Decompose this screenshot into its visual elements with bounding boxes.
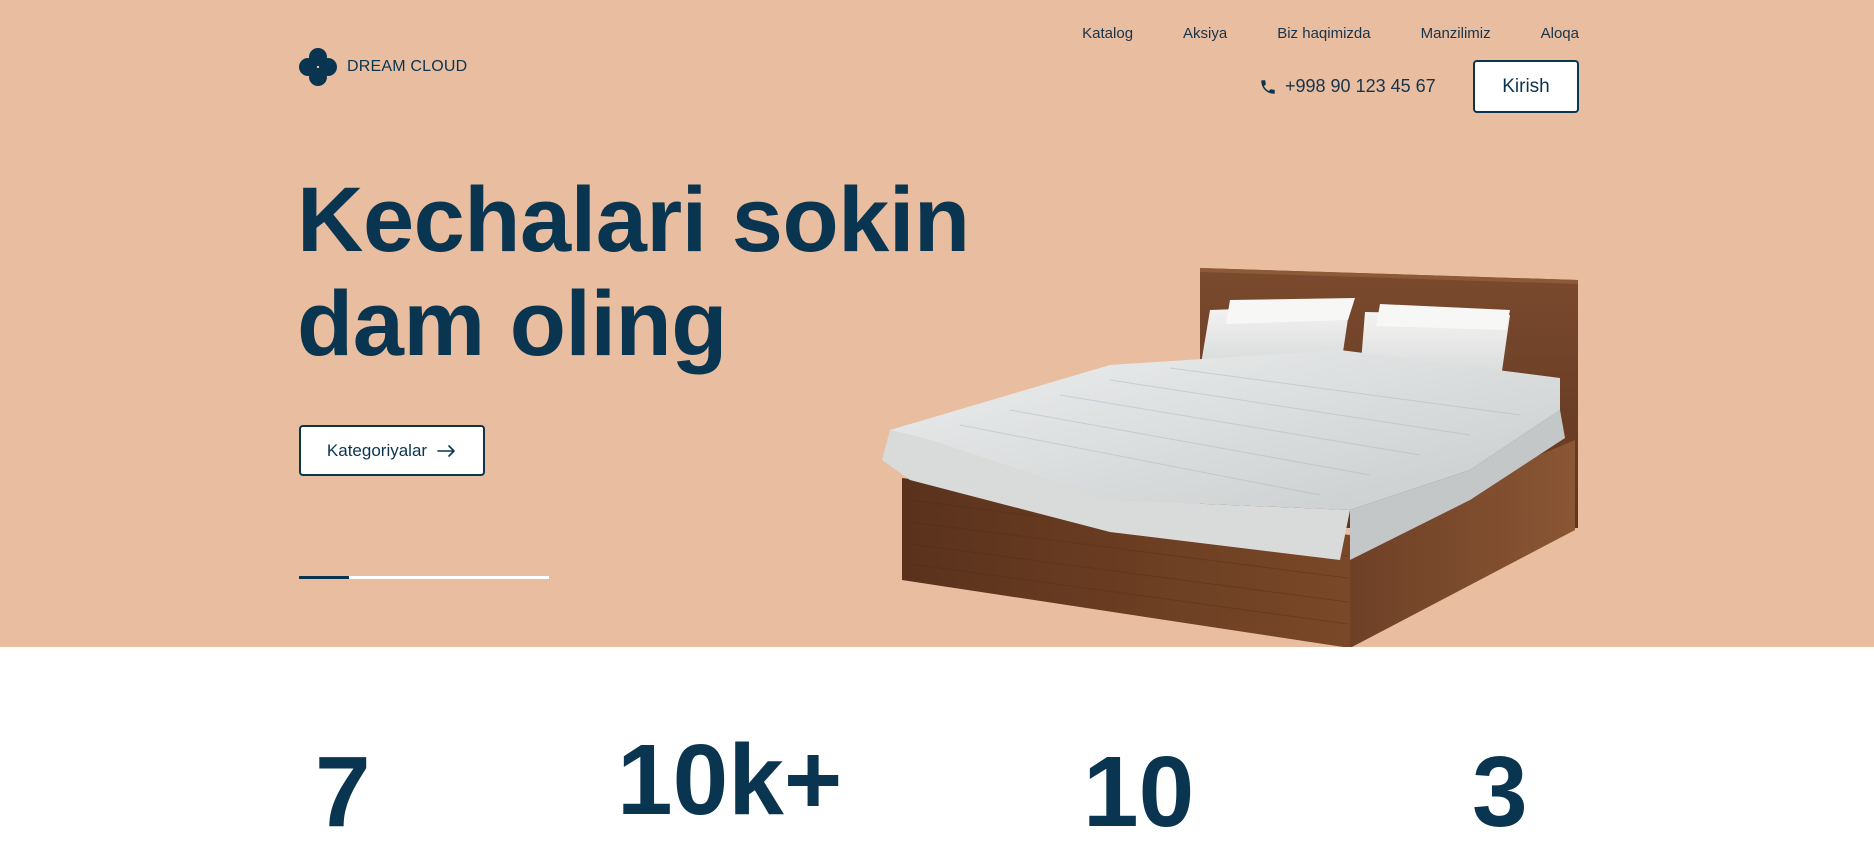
slider-progress-fill bbox=[299, 576, 349, 579]
stat-value: 3 bbox=[1472, 736, 1528, 848]
cloud-clover-icon bbox=[299, 48, 337, 86]
hero-section: DREAM CLOUD Katalog Aksiya Biz haqimizda… bbox=[0, 0, 1874, 647]
brand-logo[interactable]: DREAM CLOUD bbox=[299, 48, 467, 86]
hero-title-line2: dam oling bbox=[297, 273, 727, 375]
nav-item-katalog[interactable]: Katalog bbox=[1082, 25, 1133, 42]
stat-value: 10 bbox=[1083, 736, 1195, 848]
nav-item-manzilimiz[interactable]: Manzilimiz bbox=[1421, 25, 1491, 42]
main-nav: Katalog Aksiya Biz haqimizda Manzilimiz … bbox=[1082, 25, 1579, 42]
hero-title-line1: Kechalari sokin bbox=[297, 169, 970, 271]
stat-value: 7 bbox=[315, 736, 371, 848]
brand-name: DREAM CLOUD bbox=[347, 58, 468, 75]
categories-button[interactable]: Kategoriyalar bbox=[299, 425, 485, 476]
arrow-right-icon bbox=[437, 444, 455, 457]
categories-button-label: Kategoriyalar bbox=[326, 440, 428, 460]
stat-value: 10k+ bbox=[617, 724, 843, 836]
nav-item-aloqa[interactable]: Aloqa bbox=[1541, 25, 1579, 42]
login-button[interactable]: Kirish bbox=[1473, 60, 1579, 113]
phone-contact[interactable]: +998 90 123 45 67 bbox=[1259, 76, 1436, 97]
phone-number: +998 90 123 45 67 bbox=[1285, 76, 1436, 96]
nav-item-aksiya[interactable]: Aksiya bbox=[1183, 25, 1227, 42]
stats-section: 7 10k+ 10 3 bbox=[0, 647, 1874, 863]
phone-icon bbox=[1261, 79, 1275, 94]
nav-item-biz-haqimizda[interactable]: Biz haqimizda bbox=[1277, 25, 1370, 42]
slider-progress[interactable] bbox=[299, 576, 549, 579]
bed-image bbox=[882, 268, 1578, 647]
hero-title: Kechalari sokin dam oling bbox=[297, 168, 970, 376]
